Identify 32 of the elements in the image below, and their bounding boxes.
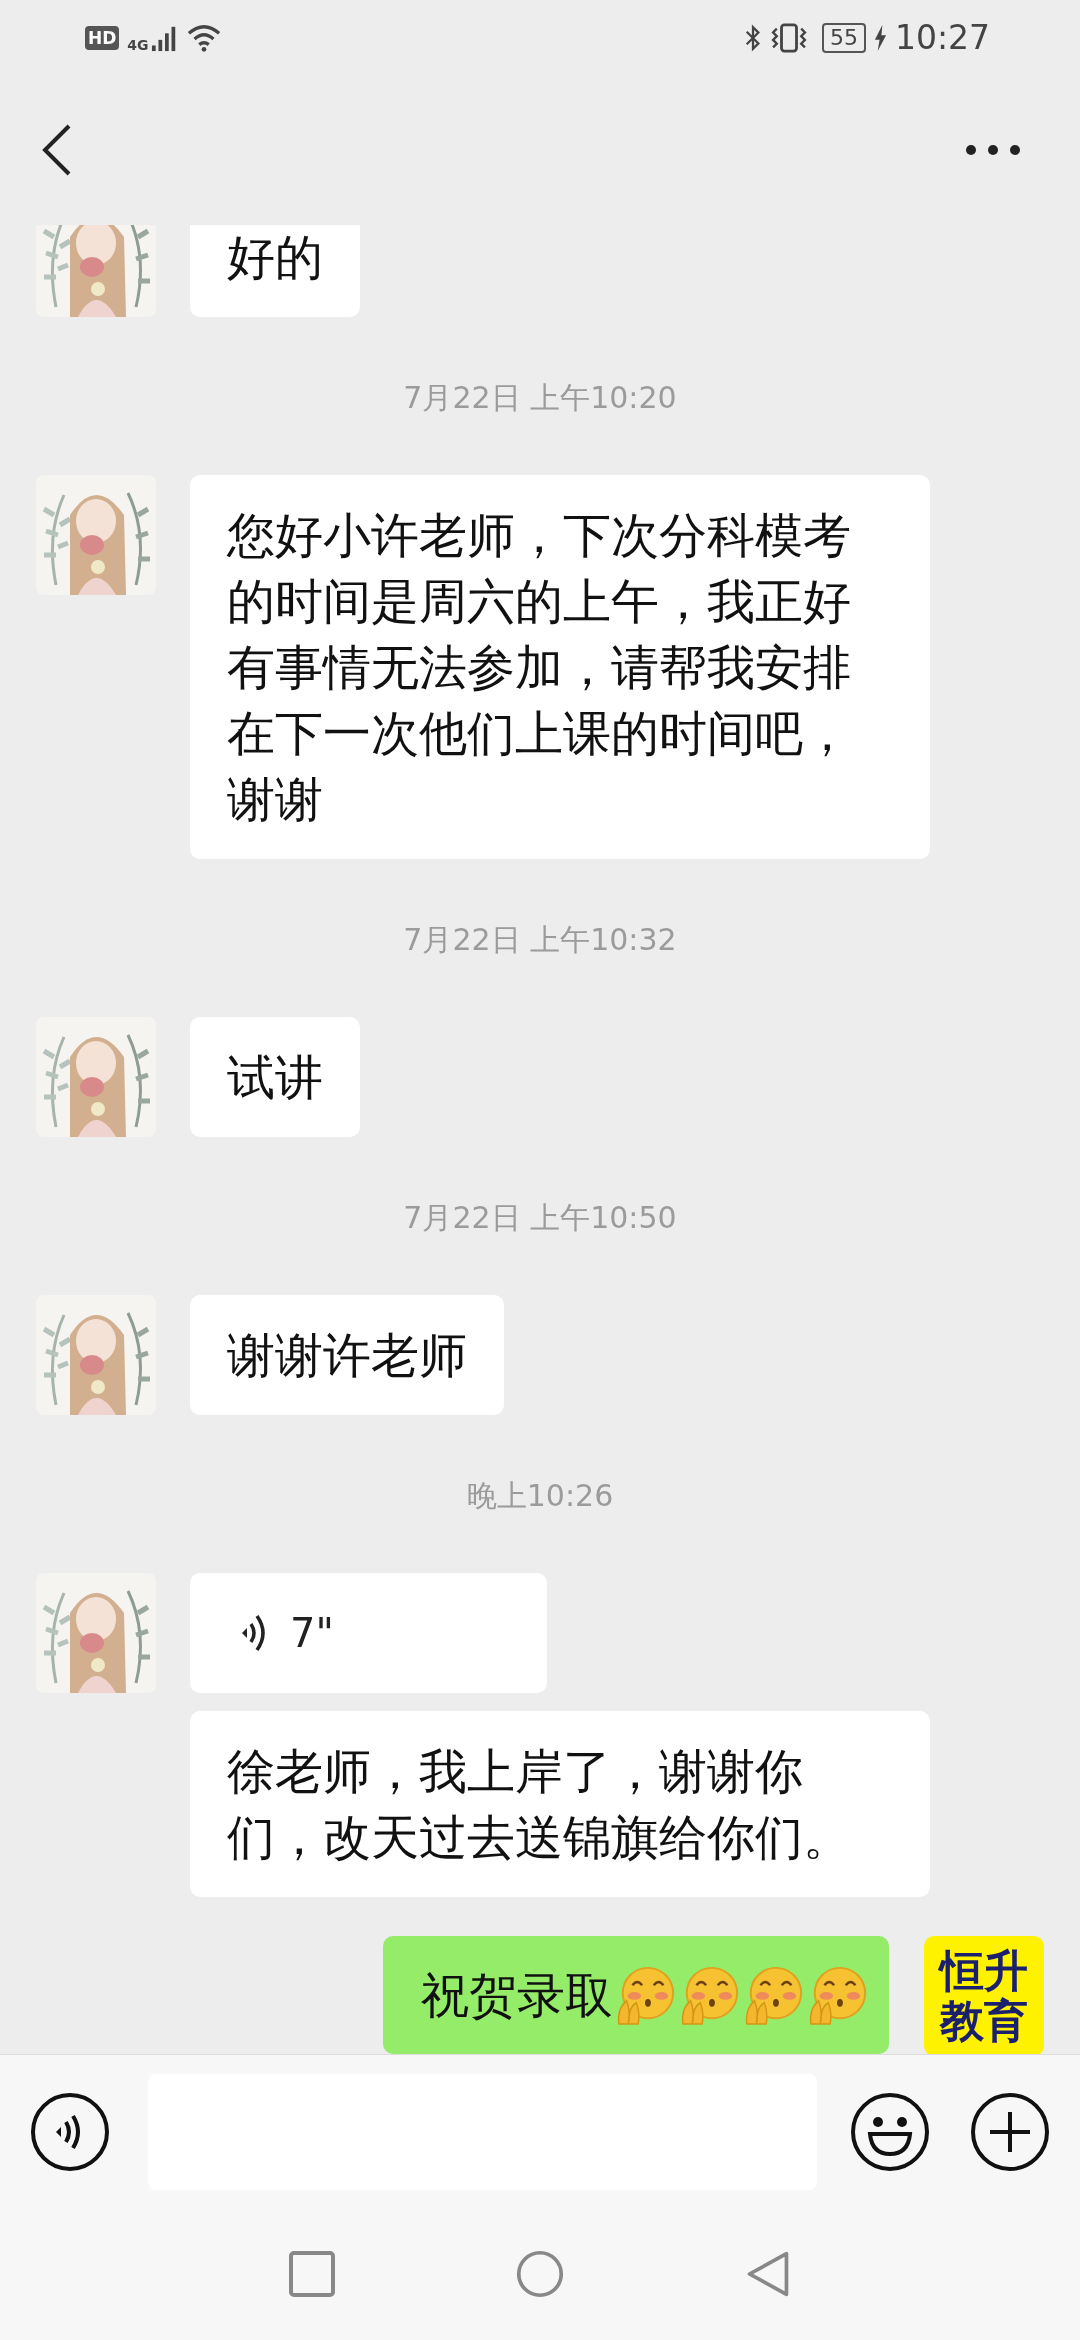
message-text: 祝贺录取 (421, 1966, 613, 2025)
charging-icon (873, 24, 887, 51)
timestamp: 7月22日 上午10:32 (403, 921, 677, 959)
message-text: 徐老师，我上岸了，谢谢你们，改天过去送锦旗给你们。 (227, 1742, 852, 1867)
emoji-icon[interactable] (850, 2091, 930, 2172)
message-text: 好的 (227, 228, 323, 287)
blushing-face-icon (807, 1964, 869, 2026)
logo-avatar[interactable]: 恒升 教育 (924, 1936, 1044, 2054)
timestamp: 7月22日 上午10:50 (403, 1199, 677, 1237)
wifi-icon (186, 22, 221, 53)
voice-duration: 7" (290, 1610, 334, 1656)
recent-apps-icon[interactable] (288, 2250, 336, 2298)
blushing-face-icon (615, 1964, 677, 2026)
more-icon[interactable] (966, 145, 1020, 155)
back-icon[interactable] (42, 124, 72, 176)
message-text: 您好小许老师，下次分科模考的时间是周六的上午，我正好有事情无法参加，请帮我安排在下一次他们上课的时间吧，谢谢 (227, 506, 852, 829)
timestamp: 晚上10:26 (466, 1477, 614, 1515)
bluetooth-icon (743, 22, 762, 53)
blushing-face-icon (743, 1964, 805, 2026)
home-icon[interactable] (516, 2250, 564, 2298)
voice-input-icon[interactable] (30, 2091, 110, 2172)
blushing-face-icon (679, 1964, 741, 2026)
vibrate-icon (769, 22, 808, 53)
plus-icon[interactable] (970, 2091, 1050, 2172)
voice-message[interactable]: 7" (190, 1573, 547, 1693)
message-text: 谢谢许老师 (227, 1326, 467, 1385)
battery-indicator: 55 (821, 22, 866, 53)
message-text: 试讲 (227, 1048, 323, 1107)
clock: 10:27 (894, 18, 990, 57)
timestamp: 7月22日 上午10:20 (403, 379, 677, 417)
hd-badge: HD (85, 25, 120, 50)
network-type: 4G (127, 36, 149, 53)
